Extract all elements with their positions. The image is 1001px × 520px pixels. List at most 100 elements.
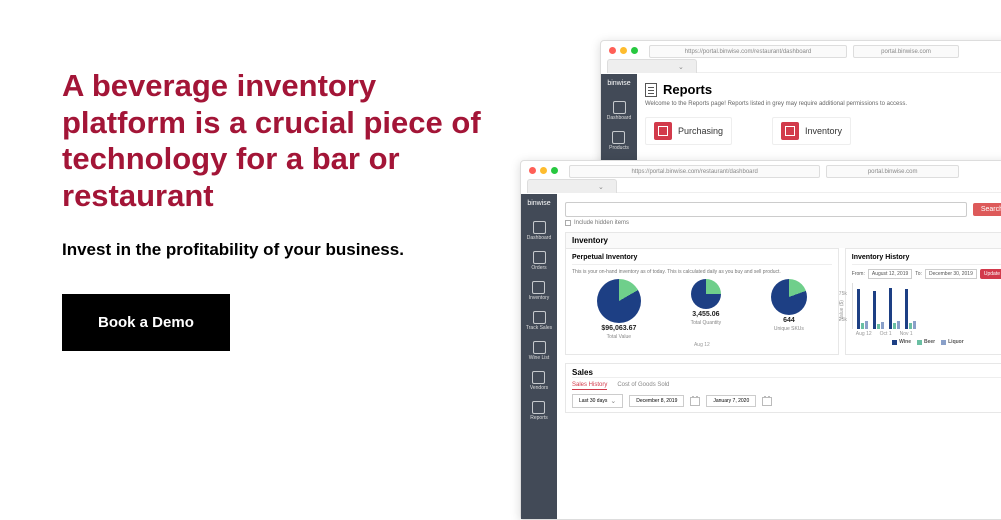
checkbox-label: Include hidden items (574, 220, 629, 226)
inventory-section-title: Inventory (565, 232, 1001, 248)
box-icon (532, 281, 545, 294)
brand-label: binwise (527, 200, 550, 207)
panel-description: This is your on-hand inventory as of tod… (572, 269, 832, 275)
range-select[interactable]: Last 30 days⌄ (572, 394, 623, 408)
hero-headline: A beverage inventory platform is a cruci… (62, 68, 482, 214)
sidebar-item-label: Vendors (530, 385, 548, 391)
browser-tab[interactable]: ⌄ (607, 59, 697, 73)
reports-title: Reports (663, 82, 712, 97)
pie-chart-total-value (597, 279, 641, 323)
legend-item: Beer (924, 339, 935, 345)
document-icon (532, 401, 545, 414)
sidebar-item-products[interactable]: Products (609, 131, 629, 151)
sidebar-item-label: Dashboard (527, 235, 551, 241)
stat-label: Total Quantity (691, 320, 722, 326)
app-sidebar: binwise Dashboard Orders Inventory Track… (521, 194, 557, 519)
bar-chart-inventory-history (852, 283, 1001, 329)
update-button[interactable]: Update (980, 269, 1001, 279)
calendar-icon[interactable] (762, 397, 772, 406)
stat-label: Unique SKUs (774, 326, 804, 332)
sidebar-item-label: Products (609, 145, 629, 151)
sidebar-item-reports[interactable]: Reports (530, 401, 548, 421)
x-tick: Nov 1 (900, 331, 913, 337)
minimize-icon[interactable] (540, 167, 547, 174)
sidebar-item-dashboard[interactable]: Dashboard (527, 221, 551, 241)
domain-field: portal.binwise.com (826, 165, 959, 178)
stat-label: Total Value (607, 334, 631, 340)
book-demo-button[interactable]: Book a Demo (62, 294, 230, 351)
legend-item: Liquor (948, 339, 964, 345)
pie-chart-unique-skus (771, 279, 807, 315)
sidebar-item-orders[interactable]: Orders (531, 251, 546, 271)
vendor-icon (532, 371, 545, 384)
gauge-icon (613, 101, 626, 114)
address-bar[interactable]: https://portal.binwise.com/restaurant/da… (569, 165, 820, 178)
hidden-items-checkbox[interactable] (565, 220, 571, 226)
sidebar-item-label: Track Sales (526, 325, 552, 331)
tab-sales-history[interactable]: Sales History (572, 382, 607, 390)
address-bar[interactable]: https://portal.binwise.com/restaurant/da… (649, 45, 847, 58)
stat-value: $96,063.67 (601, 325, 636, 332)
browser-tab[interactable]: ⌄ (527, 179, 617, 193)
box-icon (612, 131, 625, 144)
sidebar-item-vendors[interactable]: Vendors (530, 371, 548, 391)
tab-strip: ⌄ (527, 179, 1001, 193)
sidebar-item-dashboard[interactable]: Dashboard (607, 101, 631, 121)
pie-chart-total-quantity (691, 279, 721, 309)
stat-value: 3,455.06 (692, 311, 719, 318)
maximize-icon[interactable] (631, 47, 638, 54)
panel-heading: Perpetual Inventory (572, 254, 832, 265)
chevron-down-icon: ⌄ (610, 397, 616, 405)
sidebar-item-label: Reports (530, 415, 548, 421)
document-icon (645, 83, 657, 97)
inventory-history-panel: Inventory History From: August 12, 2019 … (845, 248, 1001, 355)
report-card-label: Purchasing (678, 126, 723, 136)
browser-window-dashboard: https://portal.binwise.com/restaurant/da… (520, 160, 1001, 520)
x-tick: Aug 12 (856, 331, 872, 337)
x-tick: Aug 12 (694, 342, 710, 348)
to-date-field[interactable]: December 30, 2019 (925, 269, 977, 279)
inventory-icon (781, 122, 799, 140)
report-card-inventory[interactable]: Inventory (772, 117, 851, 145)
domain-field: portal.binwise.com (853, 45, 959, 58)
chart-icon (533, 311, 546, 324)
from-date-field[interactable]: August 12, 2019 (868, 269, 912, 279)
to-date-field[interactable]: January 7, 2020 (706, 395, 756, 407)
chevron-down-icon: ⌄ (678, 63, 684, 71)
sidebar-item-label: Inventory (529, 295, 550, 301)
search-button[interactable]: Search (973, 203, 1001, 216)
search-input[interactable] (565, 202, 967, 217)
reports-description: Welcome to the Reports page! Reports lis… (645, 101, 1001, 107)
calendar-icon[interactable] (690, 397, 700, 406)
sidebar-item-wine-list[interactable]: Wine List (529, 341, 550, 361)
report-card-purchasing[interactable]: Purchasing (645, 117, 732, 145)
sidebar-item-track-sales[interactable]: Track Sales (526, 311, 552, 331)
sidebar-item-inventory[interactable]: Inventory (529, 281, 550, 301)
close-icon[interactable] (529, 167, 536, 174)
panel-heading: Sales (572, 368, 1001, 378)
sales-panel: Sales Sales History Cost of Goods Sold L… (565, 363, 1001, 413)
sidebar-item-label: Wine List (529, 355, 550, 361)
chevron-down-icon: ⌄ (598, 183, 604, 191)
tab-strip: ⌄ (607, 59, 1001, 73)
minimize-icon[interactable] (620, 47, 627, 54)
report-card-label: Inventory (805, 126, 842, 136)
window-controls (609, 47, 638, 54)
legend-item: Wine (899, 339, 911, 345)
brand-label: binwise (607, 80, 630, 87)
from-date-field[interactable]: December 8, 2019 (629, 395, 684, 407)
window-controls (529, 167, 558, 174)
cart-icon (654, 122, 672, 140)
tab-cogs[interactable]: Cost of Goods Sold (617, 382, 669, 390)
chart-legend: Wine Beer Liquor (852, 339, 1001, 345)
maximize-icon[interactable] (551, 167, 558, 174)
sidebar-item-label: Dashboard (607, 115, 631, 121)
stat-value: 644 (783, 317, 795, 324)
panel-heading: Inventory History (852, 254, 1001, 265)
hero-subhead: Invest in the profitability of your busi… (62, 238, 482, 262)
close-icon[interactable] (609, 47, 616, 54)
x-tick: Oct 1 (880, 331, 892, 337)
to-label: To: (915, 271, 922, 277)
wine-icon (533, 341, 546, 354)
gauge-icon (533, 221, 546, 234)
